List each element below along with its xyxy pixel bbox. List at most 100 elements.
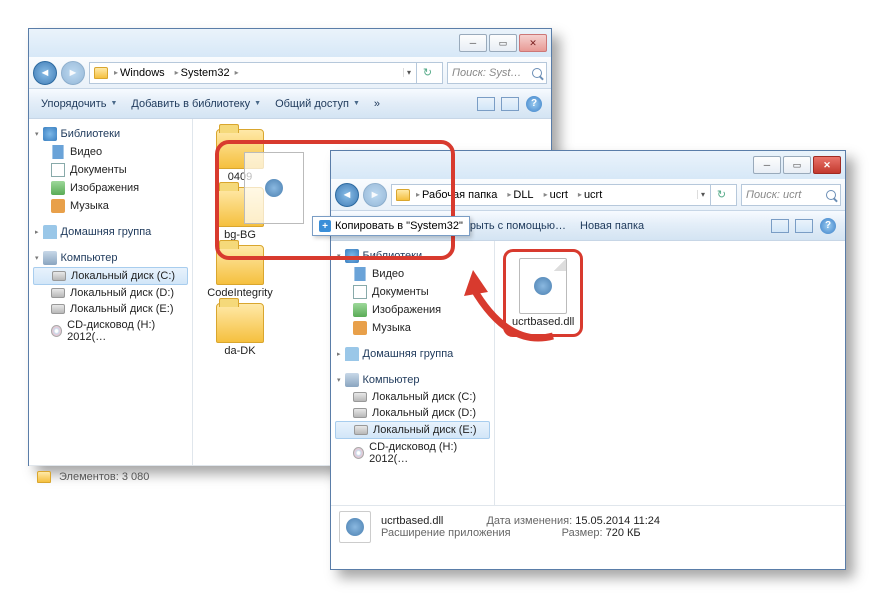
document-icon: [51, 163, 65, 177]
folder-icon: [216, 303, 264, 343]
nav-documents[interactable]: Документы: [29, 161, 192, 179]
image-icon: [51, 181, 65, 195]
help-button[interactable]: ?: [523, 93, 545, 115]
forward-button[interactable]: ►: [61, 61, 85, 85]
nav-drive-e[interactable]: Локальный диск (E:): [335, 421, 490, 439]
maximize-button[interactable]: ▭: [489, 34, 517, 52]
address-bar[interactable]: ▸Рабочая папка ▸DLL ▸ucrt ▸ucrt ▾ ↻: [391, 184, 737, 206]
folder-icon: [37, 471, 51, 483]
detail-date-value: 15.05.2014 11:24: [575, 515, 660, 527]
new-folder-button[interactable]: Новая папка: [574, 217, 650, 235]
computer-icon: [43, 251, 57, 265]
breadcrumb: ▸DLL: [503, 189, 537, 201]
minimize-button[interactable]: ─: [753, 156, 781, 174]
nav-music[interactable]: Музыка: [29, 197, 192, 215]
maximize-button[interactable]: ▭: [783, 156, 811, 174]
address-dropdown[interactable]: ▾: [403, 68, 414, 77]
help-button[interactable]: ?: [817, 215, 839, 237]
detail-filename: ucrtbased.dll: [381, 515, 443, 527]
folder-item[interactable]: da-DK: [203, 303, 277, 357]
computer-header[interactable]: ▾Компьютер: [331, 371, 494, 389]
address-bar[interactable]: ▸Windows ▸System32▸ ▾ ↻: [89, 62, 443, 84]
more-menu[interactable]: »: [368, 95, 386, 113]
breadcrumb: ▸Рабочая папка: [412, 189, 501, 201]
image-icon: [353, 303, 367, 317]
titlebar[interactable]: ─ ▭ ✕: [29, 29, 551, 57]
video-icon: [51, 145, 65, 159]
breadcrumb: ▸Windows: [110, 67, 169, 79]
minimize-button[interactable]: ─: [459, 34, 487, 52]
nav-cd-drive[interactable]: CD-дисковод (H:) 2012(…: [331, 439, 494, 467]
detail-date-label: Дата изменения:: [486, 515, 572, 527]
libraries-header[interactable]: ▾Библиотеки: [29, 125, 192, 143]
folder-icon: [94, 67, 108, 79]
window-body: ▾Библиотеки Видео Документы Изображения …: [331, 241, 845, 505]
forward-button[interactable]: ►: [363, 183, 387, 207]
drive-icon: [51, 304, 65, 314]
library-icon: [345, 249, 359, 263]
breadcrumb: ▸ucrt: [574, 189, 606, 201]
close-button[interactable]: ✕: [519, 34, 547, 52]
close-button[interactable]: ✕: [813, 156, 841, 174]
toolbar: Упорядочить▼ Добавить в библиотеку▼ Общи…: [29, 89, 551, 119]
drive-icon: [51, 288, 65, 298]
annotation-arrow: [458, 258, 568, 348]
cd-icon: [51, 325, 62, 337]
homegroup-icon: [43, 225, 57, 239]
computer-icon: [345, 373, 359, 387]
folder-item[interactable]: CodeIntegrity: [203, 245, 277, 299]
add-to-library-menu[interactable]: Добавить в библиотеку▼: [125, 95, 267, 113]
address-bar-row: ◄ ► ▸Рабочая папка ▸DLL ▸ucrt ▸ucrt ▾ ↻ …: [331, 179, 845, 211]
gear-icon: [265, 179, 283, 197]
detail-size-value: 720 КБ: [606, 527, 641, 539]
homegroup-header[interactable]: ▸Домашняя группа: [29, 223, 192, 241]
document-icon: [353, 285, 367, 299]
nav-cd-drive[interactable]: CD-дисковод (H:) 2012(…: [29, 317, 192, 345]
organize-menu[interactable]: Упорядочить▼: [35, 95, 123, 113]
preview-pane-button[interactable]: [499, 93, 521, 115]
detail-type: Расширение приложения: [381, 527, 511, 539]
address-dropdown[interactable]: ▾: [697, 190, 708, 199]
nav-drive-c[interactable]: Локальный диск (C:): [33, 267, 188, 285]
refresh-button[interactable]: ↻: [416, 62, 438, 84]
drive-icon: [353, 408, 367, 418]
view-options-button[interactable]: [769, 215, 791, 237]
music-icon: [51, 199, 65, 213]
breadcrumb: ▸System32▸: [171, 67, 243, 79]
explorer-window-ucrt: ─ ▭ ✕ ◄ ► ▸Рабочая папка ▸DLL ▸ucrt ▸ucr…: [330, 150, 846, 570]
navigation-pane[interactable]: ▾Библиотеки Видео Документы Изображения …: [29, 119, 193, 465]
dll-file-icon: [339, 511, 371, 543]
titlebar[interactable]: ─ ▭ ✕: [331, 151, 845, 179]
nav-drive-d[interactable]: Локальный диск (D:): [29, 285, 192, 301]
view-options-button[interactable]: [475, 93, 497, 115]
nav-drive-e[interactable]: Локальный диск (E:): [29, 301, 192, 317]
search-icon: [532, 68, 542, 78]
drag-tooltip: + Копировать в "System32": [312, 216, 470, 236]
drag-ghost-icon: [244, 152, 304, 224]
nav-drive-d[interactable]: Локальный диск (D:): [331, 405, 494, 421]
computer-header[interactable]: ▾Компьютер: [29, 249, 192, 267]
details-pane: ucrtbased.dll Дата изменения: 15.05.2014…: [331, 505, 845, 547]
preview-pane-button[interactable]: [793, 215, 815, 237]
plus-icon: +: [319, 220, 331, 232]
address-bar-row: ◄ ► ▸Windows ▸System32▸ ▾ ↻ Поиск: Syst…: [29, 57, 551, 89]
drive-icon: [354, 425, 368, 435]
back-button[interactable]: ◄: [335, 183, 359, 207]
nav-drive-c[interactable]: Локальный диск (C:): [331, 389, 494, 405]
drive-icon: [353, 392, 367, 402]
video-icon: [353, 267, 367, 281]
drive-icon: [52, 271, 66, 281]
detail-size-label: Размер:: [562, 527, 603, 539]
search-input[interactable]: Поиск: ucrt: [741, 184, 841, 206]
gear-icon: [346, 518, 364, 536]
nav-video[interactable]: Видео: [29, 143, 192, 161]
back-button[interactable]: ◄: [33, 61, 57, 85]
folder-icon: [216, 245, 264, 285]
nav-images[interactable]: Изображения: [29, 179, 192, 197]
breadcrumb: ▸ucrt: [540, 189, 572, 201]
search-input[interactable]: Поиск: Syst…: [447, 62, 547, 84]
search-icon: [826, 190, 836, 200]
share-menu[interactable]: Общий доступ▼: [269, 95, 366, 113]
folder-icon: [396, 189, 410, 201]
refresh-button[interactable]: ↻: [710, 184, 732, 206]
